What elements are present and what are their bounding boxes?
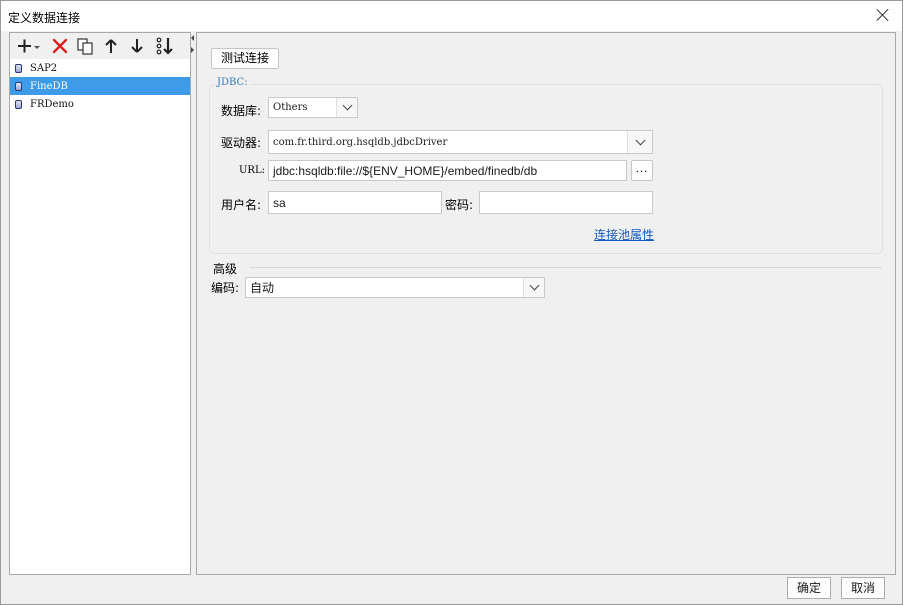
red-x-icon bbox=[52, 38, 68, 54]
move-up-button[interactable] bbox=[102, 36, 120, 56]
connection-list: SAP2 FineDB FRDemo bbox=[10, 59, 190, 113]
chevron-down-icon bbox=[523, 278, 544, 297]
username-input[interactable]: sa bbox=[268, 191, 442, 214]
connection-item-finedb[interactable]: FineDB bbox=[10, 77, 190, 95]
password-input[interactable] bbox=[479, 191, 653, 214]
pool-properties-link[interactable]: 连接池属性 bbox=[594, 226, 654, 243]
chevron-down-icon bbox=[336, 98, 357, 117]
database-icon bbox=[15, 63, 22, 73]
connection-label: FRDemo bbox=[30, 98, 74, 110]
window-title: 定义数据连接 bbox=[8, 11, 81, 25]
database-value: Others bbox=[273, 102, 308, 113]
connection-detail-panel: 测试连接 JDBC: 数据库: Others 驱动器: com.fr.third… bbox=[196, 32, 896, 575]
copy-connection-button[interactable] bbox=[74, 36, 96, 56]
encoding-label: 编码: bbox=[211, 281, 240, 295]
database-label: 数据库: bbox=[221, 104, 262, 118]
connection-toolbar bbox=[10, 33, 190, 59]
advanced-section-title: 高级 bbox=[213, 262, 238, 276]
cancel-button[interactable]: 取消 bbox=[841, 577, 885, 599]
plus-with-dropdown-icon bbox=[18, 39, 40, 53]
url-browse-button[interactable]: ... bbox=[631, 160, 653, 181]
database-select[interactable]: Others bbox=[268, 97, 358, 118]
connection-list-panel: SAP2 FineDB FRDemo bbox=[9, 32, 191, 575]
encoding-value: 自动 bbox=[250, 281, 275, 295]
dialog-window: 定义数据连接 SAP2 FineDB FRDemo 测试连接 JDBC: 数据库… bbox=[0, 0, 903, 605]
copy-icon bbox=[77, 38, 93, 55]
ok-button[interactable]: 确定 bbox=[787, 577, 831, 599]
add-connection-button[interactable] bbox=[16, 36, 42, 56]
connection-label: SAP2 bbox=[30, 62, 58, 74]
move-down-button[interactable] bbox=[128, 36, 146, 56]
driver-label: 驱动器: bbox=[221, 136, 262, 150]
close-icon[interactable] bbox=[874, 6, 892, 24]
delete-connection-button[interactable] bbox=[50, 36, 70, 56]
driver-value: com.fr.third.org.hsqldb.jdbcDriver bbox=[273, 136, 448, 148]
username-value: sa bbox=[273, 195, 286, 210]
title-bar: 定义数据连接 bbox=[1, 1, 902, 31]
sort-button[interactable] bbox=[154, 36, 176, 56]
connection-item-sap2[interactable]: SAP2 bbox=[10, 59, 190, 77]
advanced-divider bbox=[250, 267, 882, 268]
database-icon bbox=[15, 81, 22, 91]
driver-select[interactable]: com.fr.third.org.hsqldb.jdbcDriver bbox=[268, 130, 653, 154]
jdbc-group-title: JDBC: bbox=[215, 77, 250, 88]
chevron-down-icon bbox=[627, 131, 652, 153]
url-label: URL: bbox=[239, 165, 265, 176]
splitter-collapse-icon[interactable] bbox=[190, 34, 195, 54]
connection-item-frdemo[interactable]: FRDemo bbox=[10, 95, 190, 113]
connection-label: FineDB bbox=[30, 80, 68, 92]
sort-icon bbox=[156, 37, 173, 55]
arrow-down-icon bbox=[131, 39, 143, 53]
test-connection-button[interactable]: 测试连接 bbox=[211, 48, 279, 69]
arrow-up-icon bbox=[105, 39, 117, 53]
password-label: 密码: bbox=[445, 198, 474, 212]
username-label: 用户名: bbox=[221, 198, 262, 212]
url-value: jdbc:hsqldb:file://${ENV_HOME}/embed/fin… bbox=[273, 163, 538, 178]
url-input[interactable]: jdbc:hsqldb:file://${ENV_HOME}/embed/fin… bbox=[268, 160, 627, 181]
encoding-select[interactable]: 自动 bbox=[245, 277, 545, 298]
database-icon bbox=[15, 99, 22, 109]
